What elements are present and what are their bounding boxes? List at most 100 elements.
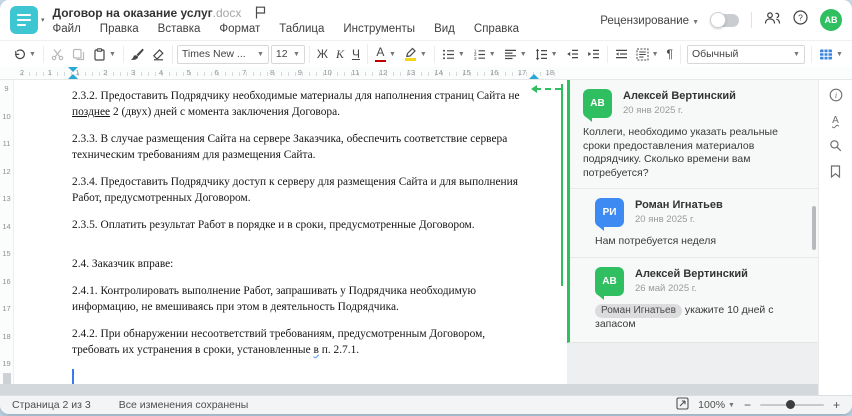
user-avatar[interactable]: АВ: [820, 9, 842, 31]
chevron-down-icon: ▼: [256, 50, 264, 58]
svg-text:i: i: [834, 91, 836, 100]
chevron-down-icon: ▼: [519, 50, 527, 58]
ruler-number: 19: [2, 359, 11, 369]
paste-button[interactable]: ▼: [90, 46, 119, 63]
document-paragraph[interactable]: 2.4.1. Контролировать выполнение Работ, …: [72, 283, 533, 315]
bookmark-icon[interactable]: [830, 165, 841, 178]
document-paragraph[interactable]: 2.3.4. Предоставить Подрядчику доступ к …: [72, 174, 533, 206]
ruler-number: 12: [378, 68, 388, 77]
ruler-number: 1: [47, 68, 52, 77]
horizontal-ruler[interactable]: 2 1 1 2 3 4 5 6 7 8 9 10 11 12 13 14 15 16 17 18: [0, 67, 852, 80]
document-paragraph[interactable]: 2.3.5. Оплатить результат Работ в порядк…: [72, 217, 533, 233]
vertical-ruler[interactable]: 91011121314151617181920: [0, 80, 14, 396]
page-indicator[interactable]: Страница 2 из 3: [12, 399, 91, 411]
cut-button[interactable]: [48, 46, 67, 63]
bullet-list-button[interactable]: ▼: [439, 46, 468, 63]
paragraph-borders-button[interactable]: ▼: [633, 46, 662, 63]
header: ▾ Договор на оказание услуг .docx Файл Пр…: [0, 0, 852, 40]
chevron-down-icon: ▼: [457, 50, 465, 58]
menu-item-формат[interactable]: Формат: [219, 23, 260, 35]
copy-style-button[interactable]: [128, 46, 147, 63]
copy-button[interactable]: [69, 46, 88, 63]
nonprinting-chars-button[interactable]: ¶: [664, 46, 676, 63]
ruler-number: 14: [2, 221, 11, 231]
document-paragraph[interactable]: 2.4. Заказчик вправе:: [72, 256, 533, 272]
search-icon[interactable]: [829, 139, 842, 152]
canvas-background: [0, 384, 818, 395]
menu-item-справка[interactable]: Справка: [474, 23, 519, 35]
font-name-select[interactable]: Times New ... ▼: [176, 44, 269, 64]
zoom-slider-thumb[interactable]: [785, 400, 795, 409]
help-icon[interactable]: ?: [793, 10, 808, 30]
comments-panel: АВ Алексей Вертинский 20 янв 2025 г. Коллег…: [567, 80, 818, 395]
line-spacing-button[interactable]: ▼: [532, 46, 561, 63]
document-paragraph[interactable]: 2.4.2. При обнаружении несоответствий тр…: [72, 326, 533, 358]
chevron-down-icon: ▼: [29, 50, 36, 58]
image-button[interactable]: [848, 46, 852, 63]
menu-item-таблица[interactable]: Таблица: [279, 23, 324, 35]
ruler-number: 14: [434, 68, 443, 77]
left-indent-marker[interactable]: [68, 74, 78, 79]
zoom-in-button[interactable]: +: [833, 398, 840, 412]
ruler-number: 15: [2, 249, 11, 259]
decrease-indent-button[interactable]: [563, 46, 582, 63]
undo-button[interactable]: ▼: [10, 46, 39, 63]
paragraph-style-select[interactable]: Обычный ▼: [686, 44, 805, 64]
review-toggle[interactable]: [710, 11, 739, 28]
menu-item-вид[interactable]: Вид: [434, 23, 455, 35]
ruler-number: 16: [2, 276, 11, 286]
increase-indent-button[interactable]: [584, 46, 603, 63]
toolbar: ▼ ▼ Times New ... ▼ 12 ▼ Ж К Ч А ▼ ▼ ▼ 1 2 3 ▼ ▼ ▼ ▼ ¶ Обычны…: [0, 40, 852, 67]
ruler-number: 17: [517, 68, 527, 77]
document-page[interactable]: 2.3.2. Предоставить Подрядчику необходим…: [14, 80, 567, 395]
font-size-select[interactable]: 12 ▼: [270, 44, 305, 64]
highlight-color-button[interactable]: ▼: [401, 45, 430, 63]
spellcheck-icon[interactable]: А: [832, 115, 839, 126]
ruler-number: 18: [545, 68, 555, 77]
menu-item-вставка[interactable]: Вставка: [158, 23, 201, 35]
review-mode-dropdown[interactable]: Рецензирование ▼: [600, 11, 699, 29]
zoom-slider[interactable]: [759, 400, 824, 409]
ruler-number: 6: [214, 68, 219, 77]
mention-chip[interactable]: Роман Игнатьев: [595, 303, 682, 318]
collaboration-users-icon[interactable]: [764, 11, 781, 30]
document-paragraph[interactable]: 2.3.2. Предоставить Подрядчику необходим…: [72, 88, 533, 120]
zoom-level-dropdown[interactable]: 100% ▼: [698, 399, 735, 411]
app-menu-caret-icon[interactable]: ▾: [41, 16, 45, 24]
comment-reply[interactable]: РИ Роман Игнатьев 20 янв 2025 г. Нам потреб…: [570, 188, 818, 257]
menu-item-инструменты[interactable]: Инструменты: [343, 23, 415, 35]
comment-thread[interactable]: АВ Алексей Вертинский 20 янв 2025 г. Коллег…: [567, 80, 818, 343]
comment-connector-line: [535, 88, 561, 90]
ruler-number: 10: [2, 111, 11, 121]
comment-reply[interactable]: АВ Алексей Вертинский 26 май 2025 г. Роман …: [570, 256, 818, 340]
chevron-down-icon: ▼: [488, 50, 496, 58]
ruler-number: 7: [242, 68, 247, 77]
app-logo-icon[interactable]: [10, 6, 38, 34]
comment-text: Роман Игнатьев укажите 10 дней с запасом: [595, 303, 774, 330]
font-color-button[interactable]: А ▼: [372, 44, 399, 65]
underline-button[interactable]: Ч: [349, 46, 363, 63]
menu-item-файл[interactable]: Файл: [53, 23, 81, 35]
menu-item-правка[interactable]: Правка: [100, 23, 139, 35]
right-indent-marker[interactable]: [529, 74, 539, 79]
comment-text: Нам потребуется неделя: [595, 235, 717, 247]
numbered-list-button[interactable]: 1 2 3 ▼: [470, 46, 499, 63]
chevron-down-icon: ▼: [550, 50, 558, 58]
info-icon[interactable]: i: [829, 88, 843, 102]
comment-author: Алексей Вертинский: [623, 90, 736, 102]
clear-style-button[interactable]: [149, 46, 168, 63]
table-button[interactable]: ▼: [816, 46, 846, 63]
paragraph-spacing-button[interactable]: [612, 46, 631, 63]
italic-button[interactable]: К: [333, 46, 347, 63]
comment[interactable]: АВ Алексей Вертинский 20 янв 2025 г. Коллег…: [570, 80, 818, 188]
align-button[interactable]: ▼: [501, 46, 530, 63]
ruler-number: 18: [2, 331, 11, 341]
document-paragraph[interactable]: 2.3.3. В случае размещения Сайта на серв…: [72, 131, 533, 163]
zoom-out-button[interactable]: −: [744, 398, 751, 412]
bold-button[interactable]: Ж: [314, 46, 331, 63]
ruler-number: 12: [2, 166, 11, 176]
fit-page-icon[interactable]: [676, 397, 689, 413]
favorite-flag-icon[interactable]: [255, 6, 266, 19]
comments-scrollbar[interactable]: [812, 206, 816, 250]
first-line-indent-marker[interactable]: [68, 67, 78, 72]
